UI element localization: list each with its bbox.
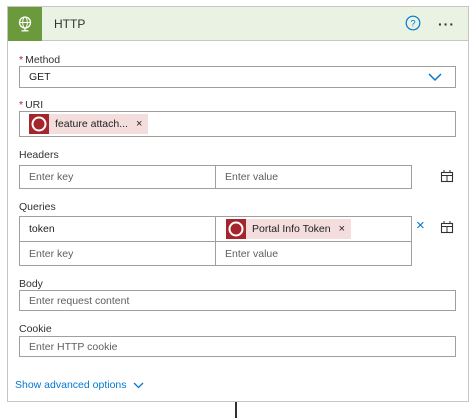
method-label: * Method xyxy=(19,54,61,66)
headers-label: Headers xyxy=(19,149,59,161)
uri-field[interactable]: feature attach... × xyxy=(19,111,456,137)
token-label: feature attach... xyxy=(55,118,128,130)
token-remove-icon[interactable]: × xyxy=(339,223,345,235)
header-value-input[interactable]: Enter value xyxy=(215,165,412,189)
svg-text:?: ? xyxy=(410,18,415,29)
globe-icon xyxy=(8,7,42,41)
query-key-input[interactable]: token xyxy=(19,216,216,242)
uri-dynamic-token[interactable]: feature attach... × xyxy=(29,114,149,134)
body-label: Body xyxy=(19,278,43,290)
portal-icon xyxy=(226,219,246,239)
query-value-input[interactable]: Portal Info Token × xyxy=(215,216,412,242)
switch-to-text-mode-icon[interactable] xyxy=(440,220,454,234)
show-advanced-options-link[interactable]: Show advanced options xyxy=(15,379,144,391)
queries-label: Queries xyxy=(19,201,56,213)
query-key-value: token xyxy=(29,223,55,235)
switch-to-text-mode-icon[interactable] xyxy=(440,169,454,183)
body-input[interactable]: Enter request content xyxy=(19,290,456,311)
more-options-icon[interactable]: ··· xyxy=(438,16,455,32)
query-key-input-empty[interactable]: Enter key xyxy=(19,241,216,266)
portal-icon xyxy=(29,114,49,134)
cookie-input[interactable]: Enter HTTP cookie xyxy=(19,336,456,357)
token-remove-icon[interactable]: × xyxy=(136,118,142,130)
query-dynamic-token[interactable]: Portal Info Token × xyxy=(226,219,352,239)
cookie-label: Cookie xyxy=(19,323,52,335)
card-title: HTTP xyxy=(54,17,86,31)
card-header[interactable]: HTTP ? ··· xyxy=(8,7,468,41)
help-icon[interactable]: ? xyxy=(405,15,421,31)
remove-query-row-icon[interactable]: × xyxy=(416,217,425,234)
method-dropdown[interactable]: GET xyxy=(19,66,456,88)
header-key-input[interactable]: Enter key xyxy=(19,165,216,189)
flow-connector-line xyxy=(235,402,237,418)
method-value: GET xyxy=(29,71,51,83)
query-value-input-empty[interactable]: Enter value xyxy=(215,241,412,266)
chevron-down-icon xyxy=(428,73,442,82)
http-action-card: HTTP ? ··· * Method GET * URI feature atta… xyxy=(7,6,469,402)
chevron-down-icon xyxy=(133,382,143,388)
token-label: Portal Info Token xyxy=(252,223,331,235)
uri-label: * URI xyxy=(19,99,44,111)
